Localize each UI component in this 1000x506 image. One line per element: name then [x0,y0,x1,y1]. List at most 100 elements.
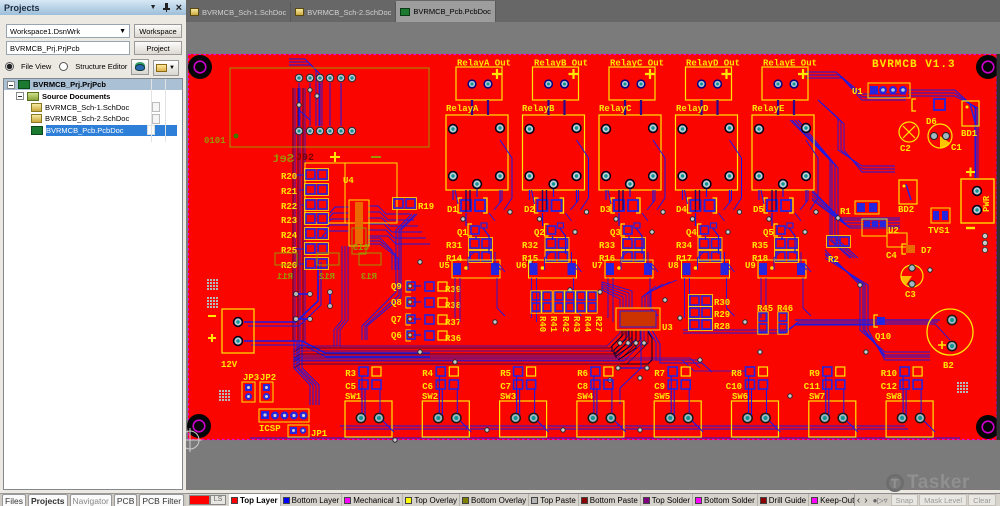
svg-text:SW6: SW6 [732,392,748,402]
svg-text:B2: B2 [943,361,954,371]
svg-text:RelayC Out: RelayC Out [610,59,664,69]
svg-text:R5: R5 [500,369,511,379]
svg-text:R6: R6 [577,369,588,379]
svg-text:U1: U1 [852,87,863,97]
svg-text:D4: D4 [676,205,687,215]
svg-text:RelayD Out: RelayD Out [686,59,740,69]
svg-text:R23: R23 [281,216,297,226]
svg-text:Q1: Q1 [457,228,468,238]
svg-text:R26: R26 [281,261,297,271]
svg-text:C12: C12 [881,382,897,392]
svg-text:R37: R37 [445,318,461,328]
svg-text:R24: R24 [281,231,298,241]
svg-text:D1: D1 [447,205,458,215]
svg-text:Q5: Q5 [763,228,774,238]
svg-text:C7: C7 [500,382,511,392]
svg-text:R22: R22 [281,202,297,212]
svg-text:R33: R33 [599,241,615,251]
svg-text:C2: C2 [900,144,911,154]
svg-text:PWR: PWR [982,195,992,212]
svg-text:R12: R12 [319,272,335,282]
svg-text:C5: C5 [345,382,356,392]
svg-text:C11: C11 [804,382,821,392]
svg-text:R20: R20 [281,172,297,182]
svg-text:R32: R32 [522,241,538,251]
svg-text:BVRMCB V1.3: BVRMCB V1.3 [872,59,956,71]
svg-text:RelayE: RelayE [752,104,785,114]
svg-text:R4: R4 [422,369,433,379]
svg-text:R11: R11 [276,272,293,282]
svg-text:Q3: Q3 [610,228,621,238]
svg-text:R28: R28 [714,322,730,332]
svg-text:Q6: Q6 [391,331,402,341]
svg-text:SW5: SW5 [654,392,670,402]
svg-text:R34: R34 [676,241,693,251]
svg-text:Q7: Q7 [391,315,402,325]
svg-text:U2: U2 [888,226,899,236]
svg-text:Q2: Q2 [534,228,545,238]
svg-text:SW2: SW2 [422,392,438,402]
svg-text:D3: D3 [600,205,611,215]
svg-text:U5: U5 [439,261,450,271]
svg-text:J92: J92 [296,153,314,164]
svg-text:12V: 12V [221,360,238,370]
svg-text:R39: R39 [445,285,461,295]
svg-text:R25: R25 [281,246,297,256]
svg-text:U8: U8 [668,261,679,271]
svg-text:C8: C8 [577,382,588,392]
svg-text:R13: R13 [361,272,377,282]
svg-text:Q9: Q9 [391,282,402,292]
svg-text:SW8: SW8 [886,392,902,402]
svg-text:U3: U3 [662,323,673,333]
svg-text:D5: D5 [753,205,764,215]
svg-text:R40: R40 [537,316,547,332]
svg-text:SW1: SW1 [345,392,362,402]
svg-text:SW3: SW3 [500,392,516,402]
svg-text:BD2: BD2 [898,205,914,215]
svg-text:0101: 0101 [204,136,226,146]
svg-text:RelayB Out: RelayB Out [534,59,588,69]
svg-text:R19: R19 [418,202,434,212]
svg-text:R10: R10 [881,369,897,379]
svg-text:Set: Set [272,152,294,166]
svg-text:RelayC: RelayC [599,104,632,114]
svg-text:RelayB: RelayB [522,104,555,114]
svg-text:Q8: Q8 [391,298,402,308]
svg-text:R3: R3 [345,369,356,379]
svg-text:R8: R8 [731,369,742,379]
svg-text:U4: U4 [343,176,354,186]
svg-text:R41: R41 [548,316,558,333]
svg-text:R29: R29 [714,310,730,320]
svg-text:JP1: JP1 [311,429,328,439]
svg-text:R31: R31 [446,241,463,251]
svg-text:RelayD: RelayD [676,104,709,114]
svg-text:U7: U7 [592,261,603,271]
svg-text:R38: R38 [445,301,461,311]
svg-text:R36: R36 [445,334,461,344]
svg-text:C6: C6 [422,382,433,392]
svg-text:Q4: Q4 [686,228,697,238]
svg-text:C1: C1 [951,143,962,153]
svg-text:U9: U9 [745,261,756,271]
svg-text:C3: C3 [905,290,916,300]
svg-text:C9: C9 [654,382,665,392]
svg-text:D7: D7 [921,246,932,256]
svg-text:R27: R27 [593,316,603,332]
svg-text:R30: R30 [714,298,730,308]
svg-text:R9: R9 [809,369,820,379]
svg-text:SW7: SW7 [809,392,825,402]
svg-text:R43: R43 [571,316,581,332]
svg-text:R7: R7 [654,369,665,379]
svg-text:R35: R35 [752,241,768,251]
svg-text:C15: C15 [353,243,369,253]
svg-text:C4: C4 [886,251,897,261]
svg-text:TVS1: TVS1 [928,226,950,236]
svg-text:R21: R21 [281,187,298,197]
svg-text:R2: R2 [828,255,839,265]
svg-text:R42: R42 [560,316,570,332]
svg-text:RelayE Out: RelayE Out [763,59,817,69]
svg-text:SW4: SW4 [577,392,594,402]
svg-text:D2: D2 [524,205,535,215]
svg-text:R1: R1 [840,207,851,217]
svg-text:R44: R44 [582,316,592,333]
